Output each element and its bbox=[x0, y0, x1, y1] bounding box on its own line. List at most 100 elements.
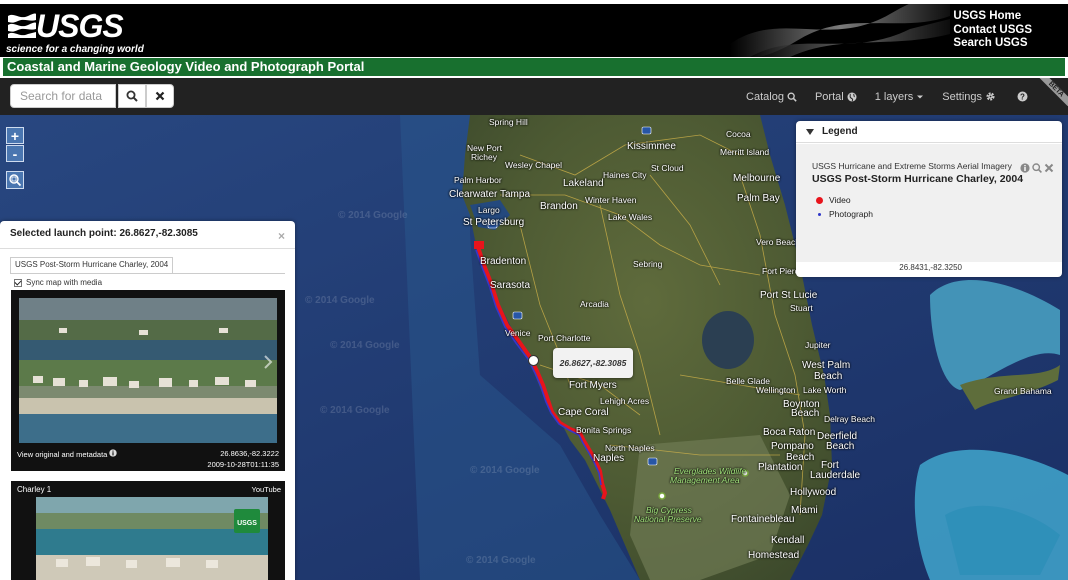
map-place-label: Beach bbox=[826, 441, 855, 452]
photo-timestamp: 2009-10-28T01:11:35 bbox=[207, 460, 279, 469]
map-place-label: National Preserve bbox=[634, 514, 702, 524]
map-place-label: Port Charlotte bbox=[538, 333, 591, 343]
map-place-label: Venice bbox=[505, 328, 531, 338]
zoom-in-button[interactable]: + bbox=[6, 127, 24, 144]
settings-menu[interactable]: Settings bbox=[942, 91, 996, 103]
map-place-label: Boca Raton bbox=[763, 427, 816, 438]
toolbar-nav: Catalog Portal 1 layers Settings ? bbox=[728, 78, 1028, 115]
usgs-wave-icon bbox=[8, 13, 36, 38]
coordinate-popup: 26.8627,-82.3085 bbox=[553, 348, 633, 378]
map-place-label: West Palm bbox=[802, 360, 851, 371]
map-place-label: Tampa bbox=[500, 189, 531, 200]
globe-icon bbox=[847, 92, 857, 101]
info-icon[interactable] bbox=[1020, 160, 1030, 178]
sync-map-checkbox[interactable]: Sync map with media bbox=[14, 278, 102, 287]
beta-ribbon: BETA bbox=[1038, 78, 1068, 108]
legend-item-label: Photograph bbox=[829, 209, 873, 219]
map-place-label: North Naples bbox=[605, 443, 655, 453]
map-view[interactable]: Spring Hill Kissimmee Cocoa Merritt Island N… bbox=[0, 115, 1068, 580]
gear-icon bbox=[986, 92, 995, 101]
map-place-label: Lehigh Acres bbox=[600, 396, 650, 406]
sync-label: Sync map with media bbox=[26, 278, 103, 287]
video-dot-icon bbox=[816, 196, 823, 204]
zoom-to-layer-icon[interactable] bbox=[1032, 160, 1042, 178]
map-place-label: Arcadia bbox=[580, 299, 609, 309]
map-place-label: Cape Coral bbox=[558, 407, 609, 418]
video-thumbnail[interactable]: USGS bbox=[36, 497, 268, 580]
map-place-label: Lauderdale bbox=[810, 470, 861, 481]
legend-item-label: Video bbox=[829, 195, 851, 205]
zoom-box-button[interactable] bbox=[6, 171, 24, 189]
portal-menu[interactable]: Portal bbox=[815, 91, 857, 103]
youtube-label[interactable]: YouTube bbox=[252, 485, 281, 494]
close-icon[interactable]: × bbox=[278, 229, 285, 243]
tab-divider bbox=[10, 273, 285, 274]
search-button[interactable] bbox=[118, 84, 146, 108]
usgs-links: USGS Home Contact USGS Search USGS bbox=[953, 10, 1032, 51]
map-watermark: © 2014 Google bbox=[305, 295, 375, 306]
checkbox-checked-icon bbox=[14, 278, 22, 287]
map-place-label: Palm Bay bbox=[737, 193, 780, 204]
map-place-label: Bradenton bbox=[480, 256, 527, 267]
search-usgs-link[interactable]: Search USGS bbox=[953, 37, 1032, 51]
map-place-label: Winter Haven bbox=[585, 195, 637, 205]
layers-menu[interactable]: 1 layers bbox=[875, 91, 925, 103]
map-place-label: Port St Lucie bbox=[760, 290, 818, 301]
map-place-label: Jupiter bbox=[805, 340, 831, 350]
video-player[interactable]: Charley 1 YouTube USGS bbox=[11, 481, 285, 580]
contact-usgs-link[interactable]: Contact USGS bbox=[953, 24, 1032, 38]
help-button[interactable]: ? bbox=[1014, 91, 1028, 102]
map-watermark: © 2014 Google bbox=[330, 340, 400, 351]
legend-header[interactable]: Legend bbox=[796, 121, 1062, 143]
toolbar: Catalog Portal 1 layers Settings ? BETA bbox=[0, 78, 1068, 115]
map-place-label: Brandon bbox=[540, 201, 578, 212]
map-place-label: Lakeland bbox=[563, 178, 604, 189]
app-root: USGS science for a changing world USGS H… bbox=[0, 0, 1068, 580]
map-place-label: Plantation bbox=[758, 462, 803, 473]
map-watermark: © 2014 Google bbox=[470, 465, 540, 476]
video-frame-image: USGS bbox=[36, 497, 268, 580]
view-original-link[interactable]: View original and metadata bbox=[17, 449, 118, 459]
usgs-wordmark: USGS bbox=[36, 8, 124, 44]
svg-text:?: ? bbox=[1020, 92, 1025, 101]
aerial-photo[interactable] bbox=[19, 298, 277, 443]
usgs-logo[interactable]: USGS science for a changing world bbox=[6, 8, 144, 56]
tab-charley-2004[interactable]: USGS Post-Storm Hurricane Charley, 2004 bbox=[10, 257, 174, 273]
map-place-label: St Cloud bbox=[651, 163, 684, 173]
map-place-label: Largo bbox=[478, 205, 500, 215]
legend-item-video: Video bbox=[816, 195, 851, 205]
launch-point-panel: Selected launch point: 26.8627,-82.3085 … bbox=[0, 221, 295, 580]
zoom-out-button[interactable]: - bbox=[6, 145, 24, 162]
search-input[interactable] bbox=[10, 84, 116, 108]
map-place-label: Beach bbox=[814, 371, 843, 382]
header-swoosh-graphic bbox=[730, 4, 950, 57]
map-place-label: Kissimmee bbox=[627, 141, 676, 152]
caret-down-icon bbox=[917, 95, 924, 98]
map-place-label: Vero Beach bbox=[756, 237, 800, 247]
remove-layer-icon[interactable] bbox=[1044, 160, 1054, 178]
map-watermark: © 2014 Google bbox=[320, 405, 390, 416]
map-place-label: Homestead bbox=[748, 550, 800, 561]
map-place-label: Stuart bbox=[790, 303, 813, 313]
map-place-label: Wellington bbox=[756, 385, 796, 395]
question-circle-icon: ? bbox=[1017, 91, 1028, 102]
settings-label: Settings bbox=[942, 90, 982, 103]
photo-coordinates: 26.8636,-82.3222 bbox=[220, 449, 279, 458]
launch-point-marker[interactable] bbox=[528, 355, 539, 366]
beta-label: BETA bbox=[1039, 78, 1068, 107]
launch-panel-header: Selected launch point: 26.8627,-82.3085 … bbox=[0, 221, 295, 249]
usgs-home-link[interactable]: USGS Home bbox=[953, 10, 1032, 24]
portal-label: Portal bbox=[814, 90, 844, 103]
map-place-label: Sarasota bbox=[490, 280, 531, 291]
clear-search-button[interactable] bbox=[146, 84, 174, 108]
map-place-label: Clearwater bbox=[449, 189, 498, 200]
map-place-label: Richey bbox=[471, 152, 497, 162]
legend-title: Legend bbox=[822, 126, 858, 137]
map-place-label: Hollywood bbox=[790, 487, 837, 498]
map-place-label: Bonita Springs bbox=[576, 425, 632, 435]
catalog-menu[interactable]: Catalog bbox=[746, 91, 797, 103]
collapse-triangle-icon bbox=[806, 128, 814, 135]
layer-title: USGS Post-Storm Hurricane Charley, 2004 bbox=[812, 173, 1024, 185]
map-place-label: Lake Wales bbox=[608, 212, 653, 222]
map-place-label: Melbourne bbox=[733, 173, 781, 184]
